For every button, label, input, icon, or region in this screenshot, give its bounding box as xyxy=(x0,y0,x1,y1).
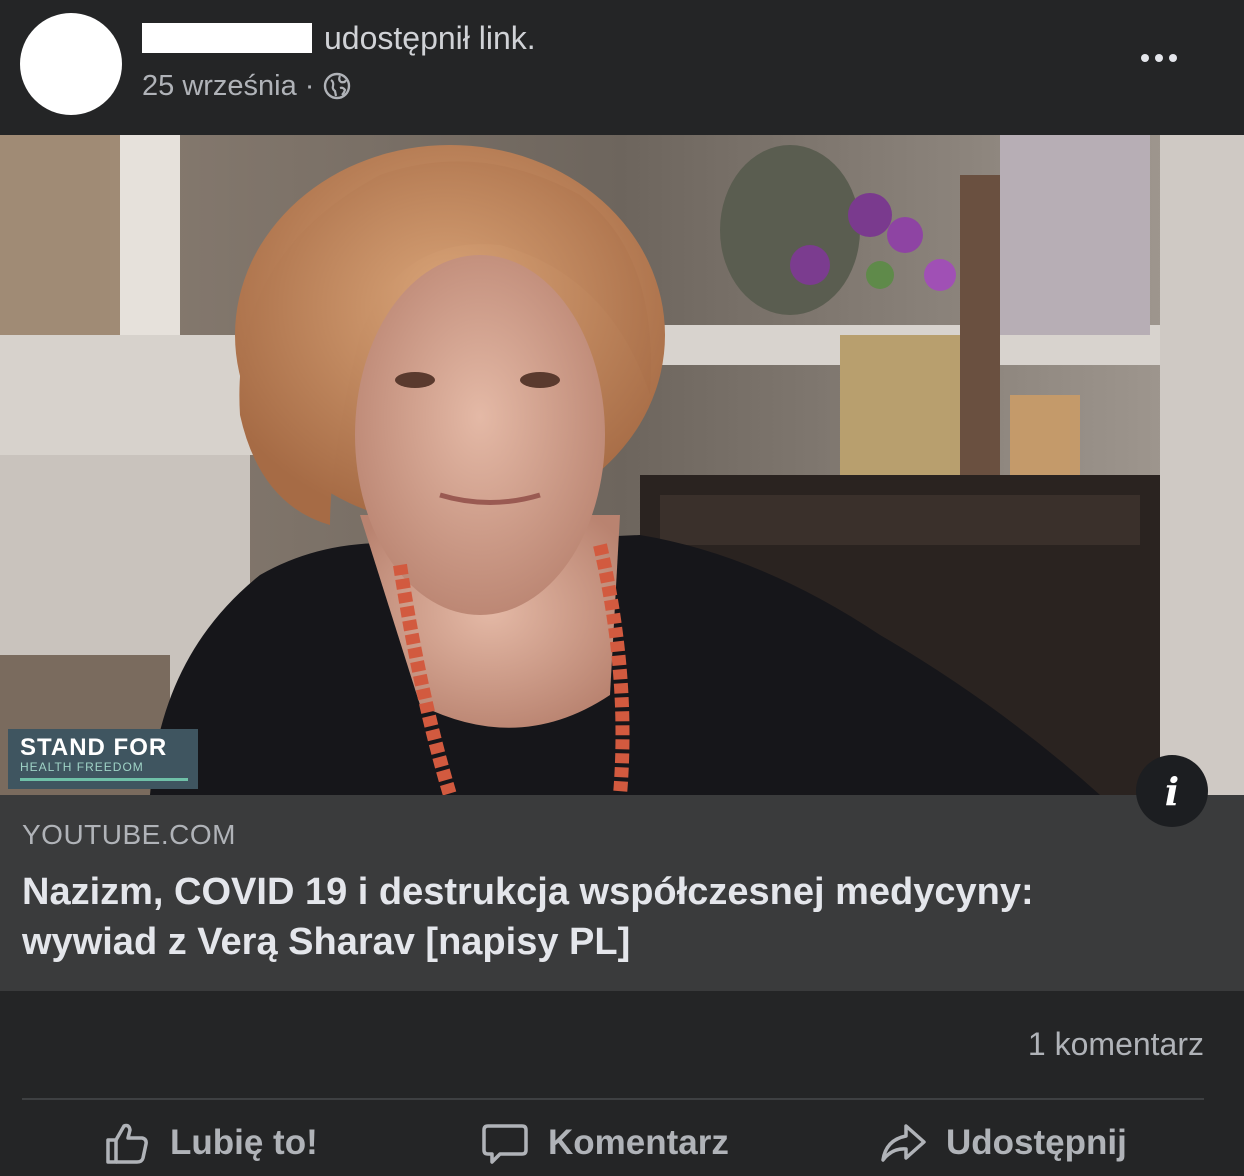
comment-label: Komentarz xyxy=(548,1123,729,1162)
share-button[interactable]: Udostępnij xyxy=(878,1110,1127,1176)
post-meta: 25 września · xyxy=(142,66,352,106)
post-date[interactable]: 25 września xyxy=(142,70,297,103)
author-avatar[interactable] xyxy=(20,13,122,115)
share-icon xyxy=(881,1124,926,1162)
brand-underline xyxy=(20,778,188,781)
author-line: udostępnił link. xyxy=(142,18,536,58)
like-label: Lubię to! xyxy=(170,1123,318,1162)
link-title: Nazizm, COVID 19 i destrukcja współczesn… xyxy=(22,871,1034,963)
video-thumbnail-image xyxy=(0,135,1244,795)
brand-subtitle: HEALTH FREEDOM xyxy=(20,760,144,774)
like-button[interactable]: Lubię to! xyxy=(102,1110,318,1176)
comment-button[interactable]: Komentarz xyxy=(480,1110,729,1176)
post-header: udostępnił link. 25 września · xyxy=(0,0,1244,135)
info-icon: i xyxy=(1164,768,1180,814)
comments-count[interactable]: 1 komentarz xyxy=(1028,1026,1204,1063)
thumbs-up-icon xyxy=(106,1123,148,1164)
action-bar: Lubię to! Komentarz Udostępnij xyxy=(0,1110,1244,1176)
link-preview[interactable]: YOUTUBE.COM Nazizm, COVID 19 i destrukcj… xyxy=(0,795,1244,991)
more-options-icon xyxy=(1155,54,1163,62)
share-label: Udostępnij xyxy=(946,1123,1127,1162)
meta-separator: · xyxy=(304,69,315,102)
video-thumbnail[interactable]: STAND FOR HEALTH FREEDOM xyxy=(0,135,1244,795)
more-options-button[interactable] xyxy=(1124,38,1194,78)
brand-watermark: STAND FOR HEALTH FREEDOM xyxy=(8,729,198,789)
footer-divider xyxy=(22,1098,1204,1100)
redacted-author-name[interactable] xyxy=(142,23,312,53)
link-domain: YOUTUBE.COM xyxy=(22,819,236,850)
globe-icon xyxy=(324,72,351,100)
comment-icon xyxy=(482,1124,528,1164)
more-options-icon xyxy=(1169,54,1177,62)
brand-title: STAND FOR xyxy=(20,734,168,761)
shared-link-text: udostępnił link. xyxy=(324,19,536,56)
facebook-post: udostępnił link. 25 września · STAND FOR… xyxy=(0,0,1244,1176)
info-button[interactable]: i xyxy=(1136,755,1208,827)
more-options-icon xyxy=(1141,54,1149,62)
